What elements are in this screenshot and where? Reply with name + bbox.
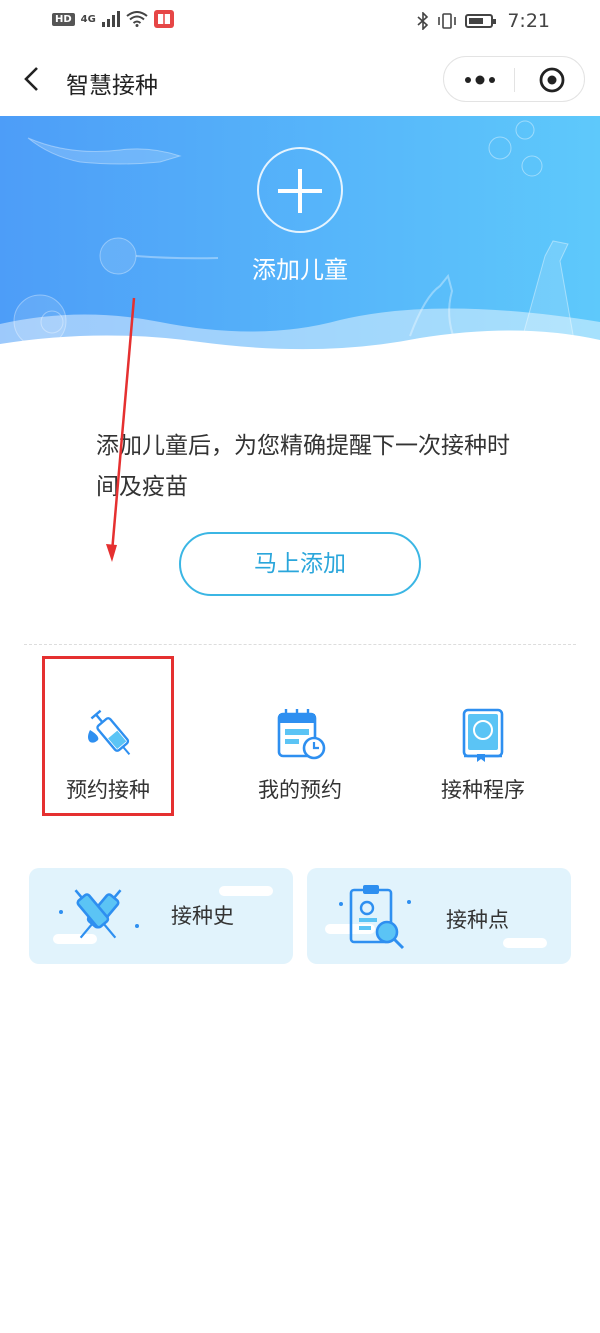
capsule-divider xyxy=(514,68,515,92)
feature-label: 我的预约 xyxy=(258,778,342,802)
app-notification-icon xyxy=(153,10,174,28)
add-now-button[interactable]: 马上添加 xyxy=(179,532,421,596)
add-child-plus-icon[interactable] xyxy=(257,147,343,233)
more-icon[interactable] xyxy=(460,69,500,91)
vibrate-icon xyxy=(438,13,457,29)
card-label: 接种点 xyxy=(446,908,509,932)
add-child-label[interactable]: 添加儿童 xyxy=(0,250,600,285)
close-miniprogram-icon[interactable] xyxy=(539,67,565,93)
status-time: 7:21 xyxy=(507,10,550,32)
hd-indicator: HD xyxy=(52,12,75,26)
card-vaccination-sites[interactable]: 接种点 xyxy=(307,868,571,964)
feature-my-appointments[interactable]: 我的预约 xyxy=(215,660,385,820)
status-bar: HD 4G 7:21 xyxy=(0,0,600,44)
navigation-bar: 智慧接种 xyxy=(0,44,600,116)
card-label: 接种史 xyxy=(171,904,234,928)
feature-vaccination-schedule[interactable]: 接种程序 xyxy=(398,660,568,820)
wifi-icon xyxy=(126,11,148,27)
add-child-banner[interactable]: 添加儿童 xyxy=(0,116,600,372)
card-vaccination-history[interactable]: 接种史 xyxy=(29,868,293,964)
battery-icon xyxy=(465,14,497,28)
mini-program-capsule xyxy=(443,56,585,102)
clipboard-search-icon xyxy=(339,885,411,950)
book-icon xyxy=(462,708,504,762)
network-type: 4G xyxy=(80,13,96,25)
crossed-syringes-icon xyxy=(59,889,139,939)
signal-icon xyxy=(101,11,120,27)
feature-label: 接种程序 xyxy=(441,778,525,802)
back-icon[interactable] xyxy=(20,66,46,92)
bluetooth-icon xyxy=(417,12,429,30)
page-title: 智慧接种 xyxy=(66,73,158,99)
reminder-prompt: 添加儿童后，为您精确提醒下一次接种时间及疫苗 xyxy=(96,433,510,500)
highlight-box xyxy=(42,656,174,816)
calendar-clock-icon xyxy=(277,709,326,760)
dashed-divider xyxy=(24,644,576,645)
